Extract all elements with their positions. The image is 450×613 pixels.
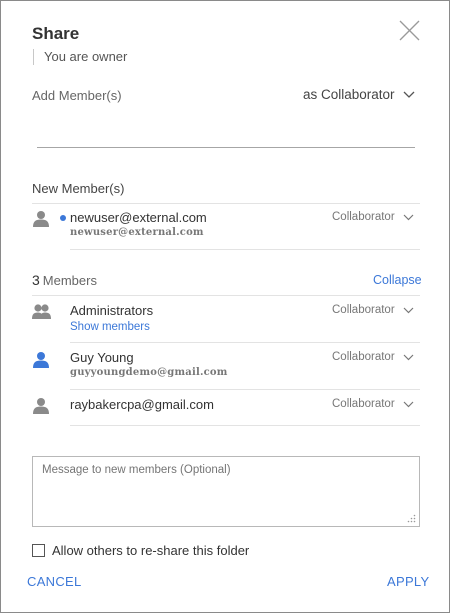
member-email: newuser@external.com <box>70 227 204 238</box>
member-role-value: Collaborator <box>332 398 395 410</box>
member-role-value: Collaborator <box>332 211 395 223</box>
member-role-dropdown[interactable]: Collaborator <box>332 211 414 223</box>
members-count: 3 <box>32 272 40 288</box>
divider <box>32 295 420 296</box>
divider <box>32 203 420 204</box>
member-role-dropdown[interactable]: Collaborator <box>332 304 414 316</box>
cancel-button[interactable]: CANCEL <box>27 574 82 589</box>
add-role-dropdown[interactable]: as Collaborator <box>303 87 415 102</box>
chevron-down-icon <box>403 401 414 407</box>
chevron-down-icon <box>403 214 414 220</box>
member-role-dropdown[interactable]: Collaborator <box>332 351 414 363</box>
reshare-checkbox[interactable] <box>32 544 45 557</box>
user-icon <box>33 398 49 414</box>
message-textarea[interactable] <box>32 456 420 527</box>
member-name: Guy Young <box>70 350 134 365</box>
member-email: guyyoungdemo@gmail.com <box>70 367 228 378</box>
member-name: raybakercpa@gmail.com <box>70 397 214 412</box>
chevron-down-icon <box>403 91 415 98</box>
member-role-dropdown[interactable]: Collaborator <box>332 398 414 410</box>
new-members-label: New Member(s) <box>32 181 125 196</box>
close-icon[interactable] <box>399 20 420 41</box>
owner-label: You are owner <box>33 49 127 65</box>
member-name: Administrators <box>70 303 154 318</box>
chevron-down-icon <box>403 307 414 313</box>
divider <box>70 249 420 250</box>
divider <box>70 342 420 343</box>
collapse-link[interactable]: Collapse <box>373 273 422 287</box>
divider <box>70 389 420 390</box>
add-role-value: as Collaborator <box>303 87 395 102</box>
members-label: Members <box>42 273 97 288</box>
add-member-input[interactable] <box>37 116 415 148</box>
resize-grip-icon[interactable] <box>407 514 416 523</box>
new-indicator-dot <box>60 215 66 221</box>
user-icon <box>33 352 49 368</box>
divider <box>70 425 420 426</box>
dialog-title: Share <box>32 24 80 43</box>
apply-button[interactable]: APPLY <box>387 574 429 589</box>
user-icon <box>33 211 49 227</box>
member-name: newuser@external.com <box>70 210 207 225</box>
share-dialog: Share You are owner Add Member(s) as Col… <box>0 0 450 613</box>
show-members-link[interactable]: Show members <box>70 321 150 333</box>
reshare-label[interactable]: Allow others to re-share this folder <box>52 543 249 558</box>
chevron-down-icon <box>403 354 414 360</box>
member-role-value: Collaborator <box>332 304 395 316</box>
group-icon <box>32 304 51 319</box>
add-members-label: Add Member(s) <box>32 88 122 103</box>
member-role-value: Collaborator <box>332 351 395 363</box>
members-count-label: 3 Members <box>32 272 97 288</box>
